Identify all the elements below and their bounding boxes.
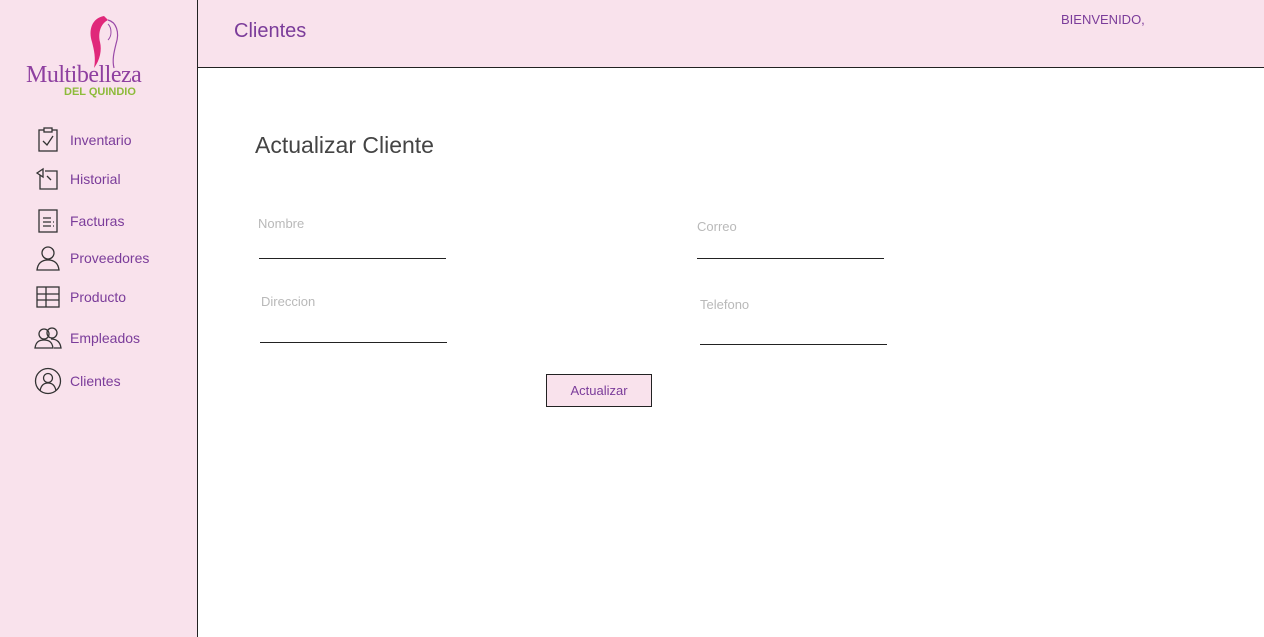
user-icon <box>34 244 62 272</box>
telefono-label: Telefono <box>700 297 750 312</box>
sidebar-item-label: Producto <box>70 289 127 305</box>
nombre-label: Nombre <box>258 216 305 231</box>
user-circle-icon <box>34 367 62 395</box>
sidebar-item-empleados[interactable]: Empleados <box>34 323 140 353</box>
sidebar: Multibelleza DEL QUINDIO Inventario Hist… <box>0 0 198 637</box>
welcome-text: BIENVENIDO, <box>1061 12 1145 27</box>
brand-subtitle: DEL QUINDIO <box>64 86 136 98</box>
sidebar-item-clientes[interactable]: Clientes <box>34 366 121 396</box>
users-icon <box>34 324 62 352</box>
sidebar-item-label: Clientes <box>70 373 121 389</box>
sidebar-item-label: Historial <box>70 171 121 187</box>
sidebar-item-label: Proveedores <box>70 250 150 266</box>
brand-logo[interactable]: Multibelleza DEL QUINDIO <box>22 14 174 102</box>
sidebar-item-producto[interactable]: Producto <box>34 282 126 312</box>
telefono-field[interactable] <box>700 344 887 345</box>
top-bar: Clientes BIENVENIDO, <box>198 0 1264 68</box>
sidebar-item-historial[interactable]: Historial <box>34 164 121 194</box>
sidebar-item-inventario[interactable]: Inventario <box>34 125 131 155</box>
form-title: Actualizar Cliente <box>255 132 434 158</box>
clipboard-check-icon <box>34 126 62 154</box>
history-icon <box>34 165 62 193</box>
invoice-icon <box>34 207 62 235</box>
actualizar-button[interactable]: Actualizar <box>546 374 652 407</box>
sidebar-item-label: Empleados <box>70 330 141 346</box>
brand-name: Multibelleza <box>26 62 142 88</box>
correo-field[interactable] <box>697 258 884 259</box>
nombre-field[interactable] <box>259 258 446 259</box>
sidebar-item-label: Facturas <box>70 213 125 229</box>
direccion-field[interactable] <box>260 342 447 343</box>
sidebar-item-label: Inventario <box>70 132 132 148</box>
sidebar-item-facturas[interactable]: Facturas <box>34 206 124 236</box>
correo-label: Correo <box>697 219 737 234</box>
grid-icon <box>34 283 62 311</box>
direccion-label: Direccion <box>261 294 316 309</box>
sidebar-item-proveedores[interactable]: Proveedores <box>34 243 149 273</box>
page-title: Clientes <box>234 20 307 42</box>
